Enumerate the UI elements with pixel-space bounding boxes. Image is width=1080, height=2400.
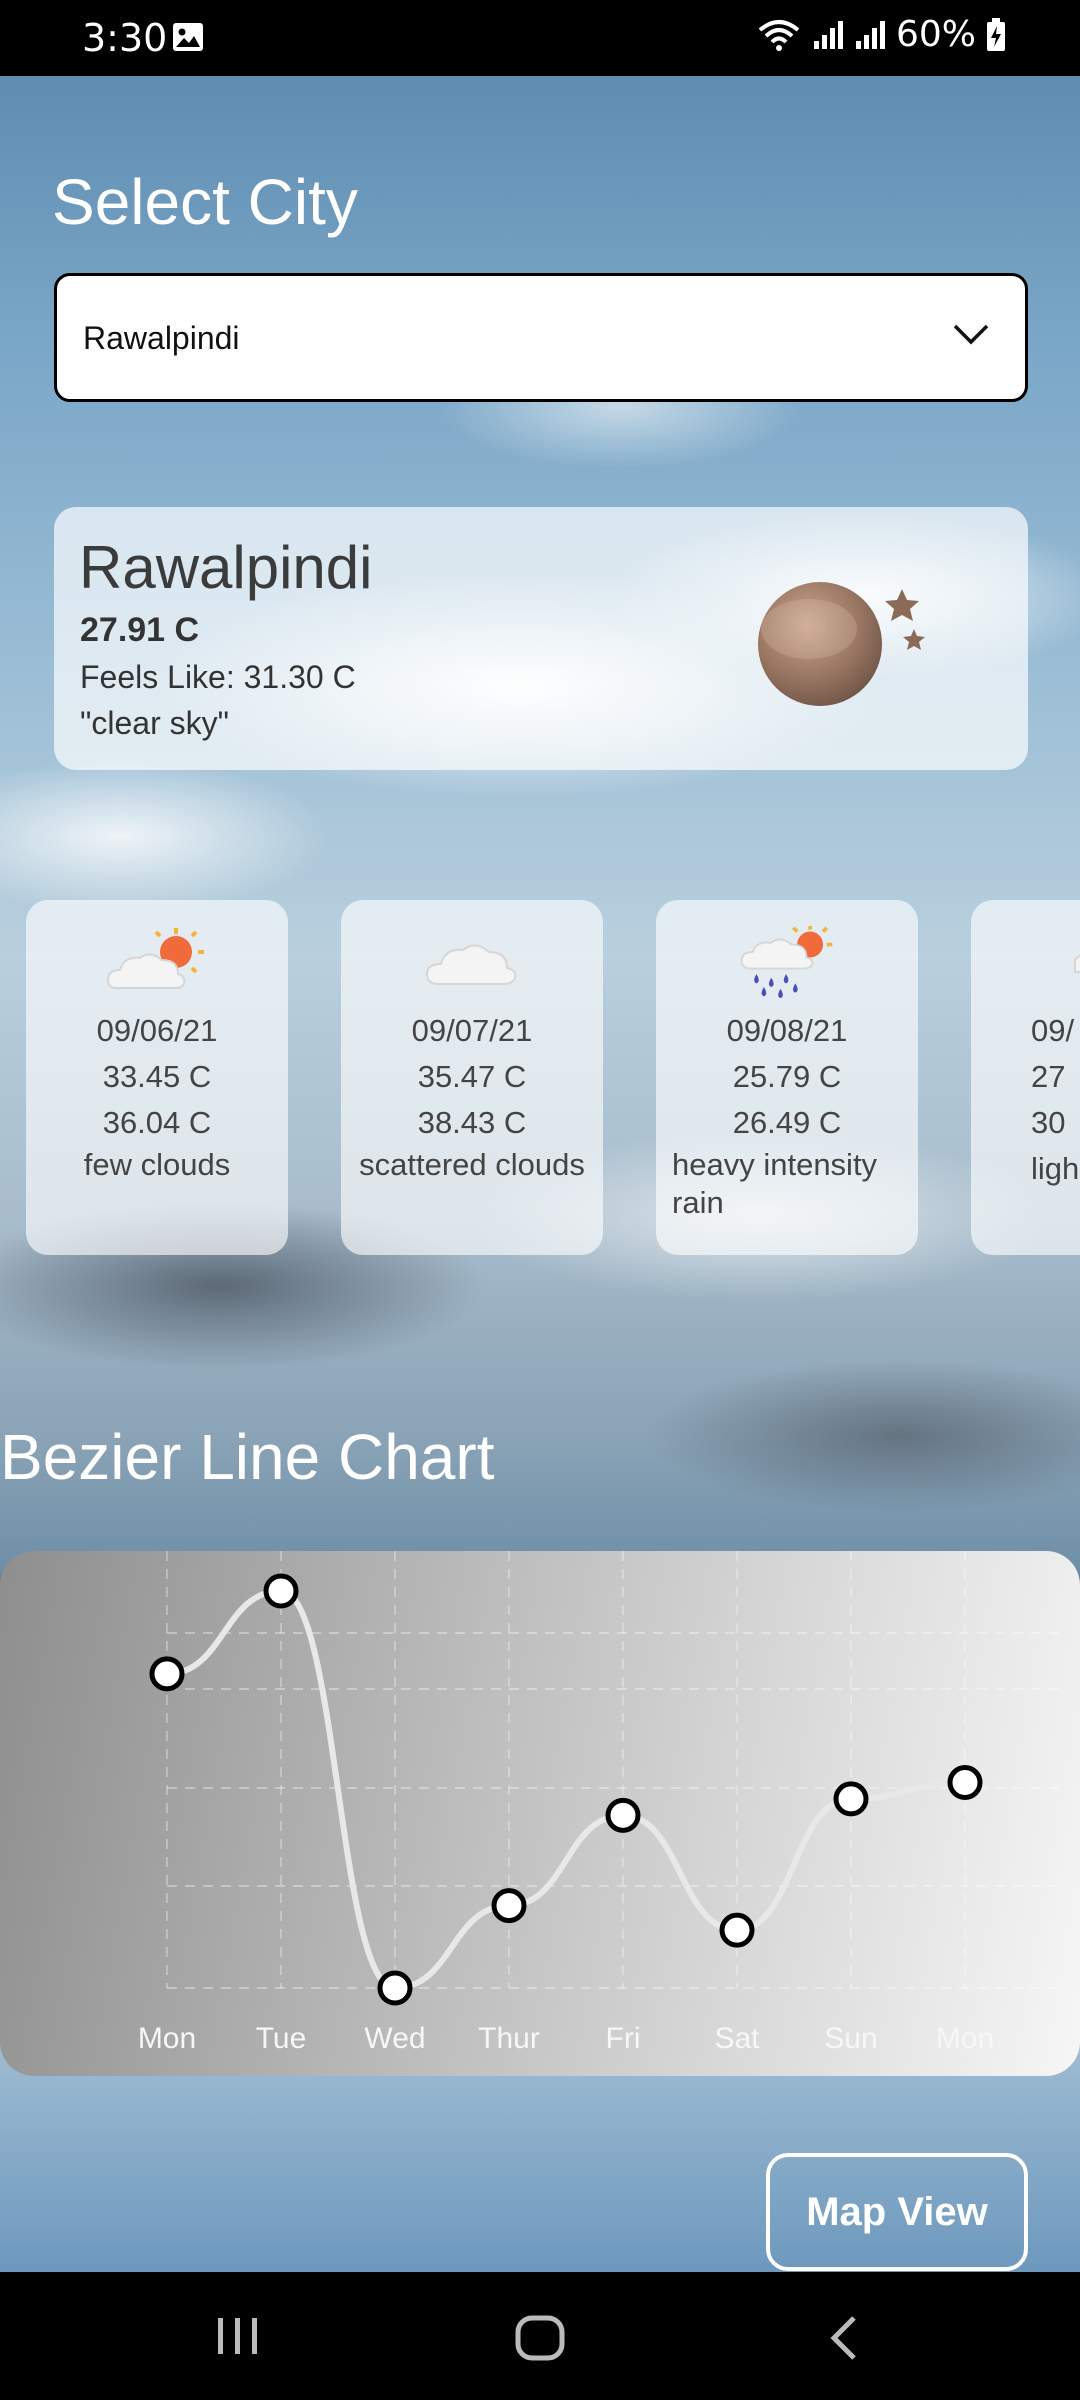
forecast-date: 09/ xyxy=(1031,1013,1075,1048)
current-description: "clear sky" xyxy=(80,705,229,741)
forecast-description: scattered clouds xyxy=(359,1147,585,1182)
back-icon[interactable] xyxy=(826,2314,862,2362)
chart-point[interactable] xyxy=(263,1573,299,1609)
current-weather-card: Rawalpindi 27.91 C Feels Like: 31.30 C "… xyxy=(54,507,1028,770)
forecast-card-partial[interactable]: 09/ 27 30 ligh xyxy=(971,900,1080,1255)
forecast-card[interactable]: 09/07/21 35.47 C 38.43 C scattered cloud… xyxy=(341,900,603,1255)
forecast-feels: 26.49 C xyxy=(732,1105,842,1140)
chart-point[interactable] xyxy=(833,1781,869,1817)
x-tick-label: Sun xyxy=(824,2022,877,2055)
bezier-line-chart: Mon Tue Wed Thur Fri Sat Sun Mon xyxy=(0,1551,1080,2076)
status-bar: 3:30 60% xyxy=(0,0,1080,76)
forecast-card[interactable]: 09/06/21 33.45 C 36.04 C few clouds xyxy=(26,900,288,1255)
x-tick-label: Wed xyxy=(364,2022,425,2055)
forecast-description: heavy intensity rain xyxy=(672,1147,878,1220)
forecast-temp: 35.47 C xyxy=(417,1059,527,1094)
forecast-feels: 38.43 C xyxy=(417,1105,527,1140)
chart-title: Bezier Line Chart xyxy=(0,1421,495,1493)
x-tick-label: Sat xyxy=(714,2022,760,2055)
chart-point[interactable] xyxy=(491,1888,527,1924)
battery-percent: 60% xyxy=(895,14,976,55)
forecast-feels: 36.04 C xyxy=(102,1105,212,1140)
x-tick-label: Mon xyxy=(936,2022,994,2055)
navigation-bar xyxy=(0,2272,1080,2400)
chart-point[interactable] xyxy=(605,1797,641,1833)
recent-apps-icon[interactable] xyxy=(212,2314,264,2358)
forecast-temp: 33.45 C xyxy=(102,1059,212,1094)
signal-icon xyxy=(813,20,843,49)
rain-icon xyxy=(1074,954,1080,973)
forecast-temp: 27 xyxy=(1031,1059,1066,1094)
wifi-icon xyxy=(758,19,800,51)
current-city-name: Rawalpindi xyxy=(79,534,373,601)
home-icon[interactable] xyxy=(514,2314,566,2362)
x-tick-label: Fri xyxy=(606,2022,641,2055)
forecast-date: 09/08/21 xyxy=(726,1013,848,1048)
city-dropdown[interactable]: Rawalpindi xyxy=(54,273,1028,402)
battery-charging-icon xyxy=(987,17,1005,51)
x-tick-label: Thur xyxy=(478,2022,540,2055)
gallery-notification-icon xyxy=(173,23,203,51)
x-tick-label: Tue xyxy=(256,2022,307,2055)
signal-icon-2 xyxy=(855,20,885,49)
cloud-sun-icon xyxy=(106,928,204,989)
map-view-button[interactable]: Map View xyxy=(766,2153,1028,2271)
chart-point[interactable] xyxy=(377,1970,413,2006)
forecast-date: 09/07/21 xyxy=(411,1013,533,1048)
cloud-icon xyxy=(425,944,517,985)
current-feels-like: Feels Like: 31.30 C xyxy=(80,659,356,695)
chart-point[interactable] xyxy=(719,1912,755,1948)
page-title: Select City xyxy=(52,166,358,238)
forecast-temp: 25.79 C xyxy=(732,1059,842,1094)
chart-point[interactable] xyxy=(149,1656,185,1692)
status-time: 3:30 xyxy=(82,16,168,60)
forecast-card[interactable]: 09/08/21 25.79 C 26.49 C heavy intensity… xyxy=(656,900,918,1255)
city-dropdown-value: Rawalpindi xyxy=(83,320,240,356)
chart-point[interactable] xyxy=(947,1765,983,1801)
rain-sun-icon xyxy=(740,926,833,999)
chart-svg: Mon Tue Wed Thur Fri Sat Sun Mon xyxy=(138,1551,1060,2055)
x-tick-label: Mon xyxy=(138,2022,196,2055)
forecast-feels: 30 xyxy=(1031,1105,1066,1140)
forecast-description: few clouds xyxy=(83,1147,231,1182)
current-temperature: 27.91 C xyxy=(80,611,200,649)
status-indicators: 60% xyxy=(756,14,1006,55)
forecast-date: 09/06/21 xyxy=(96,1013,218,1048)
moon-clear-night-icon xyxy=(758,582,925,706)
forecast-description: ligh xyxy=(1031,1151,1080,1186)
chevron-down-icon xyxy=(953,324,989,345)
